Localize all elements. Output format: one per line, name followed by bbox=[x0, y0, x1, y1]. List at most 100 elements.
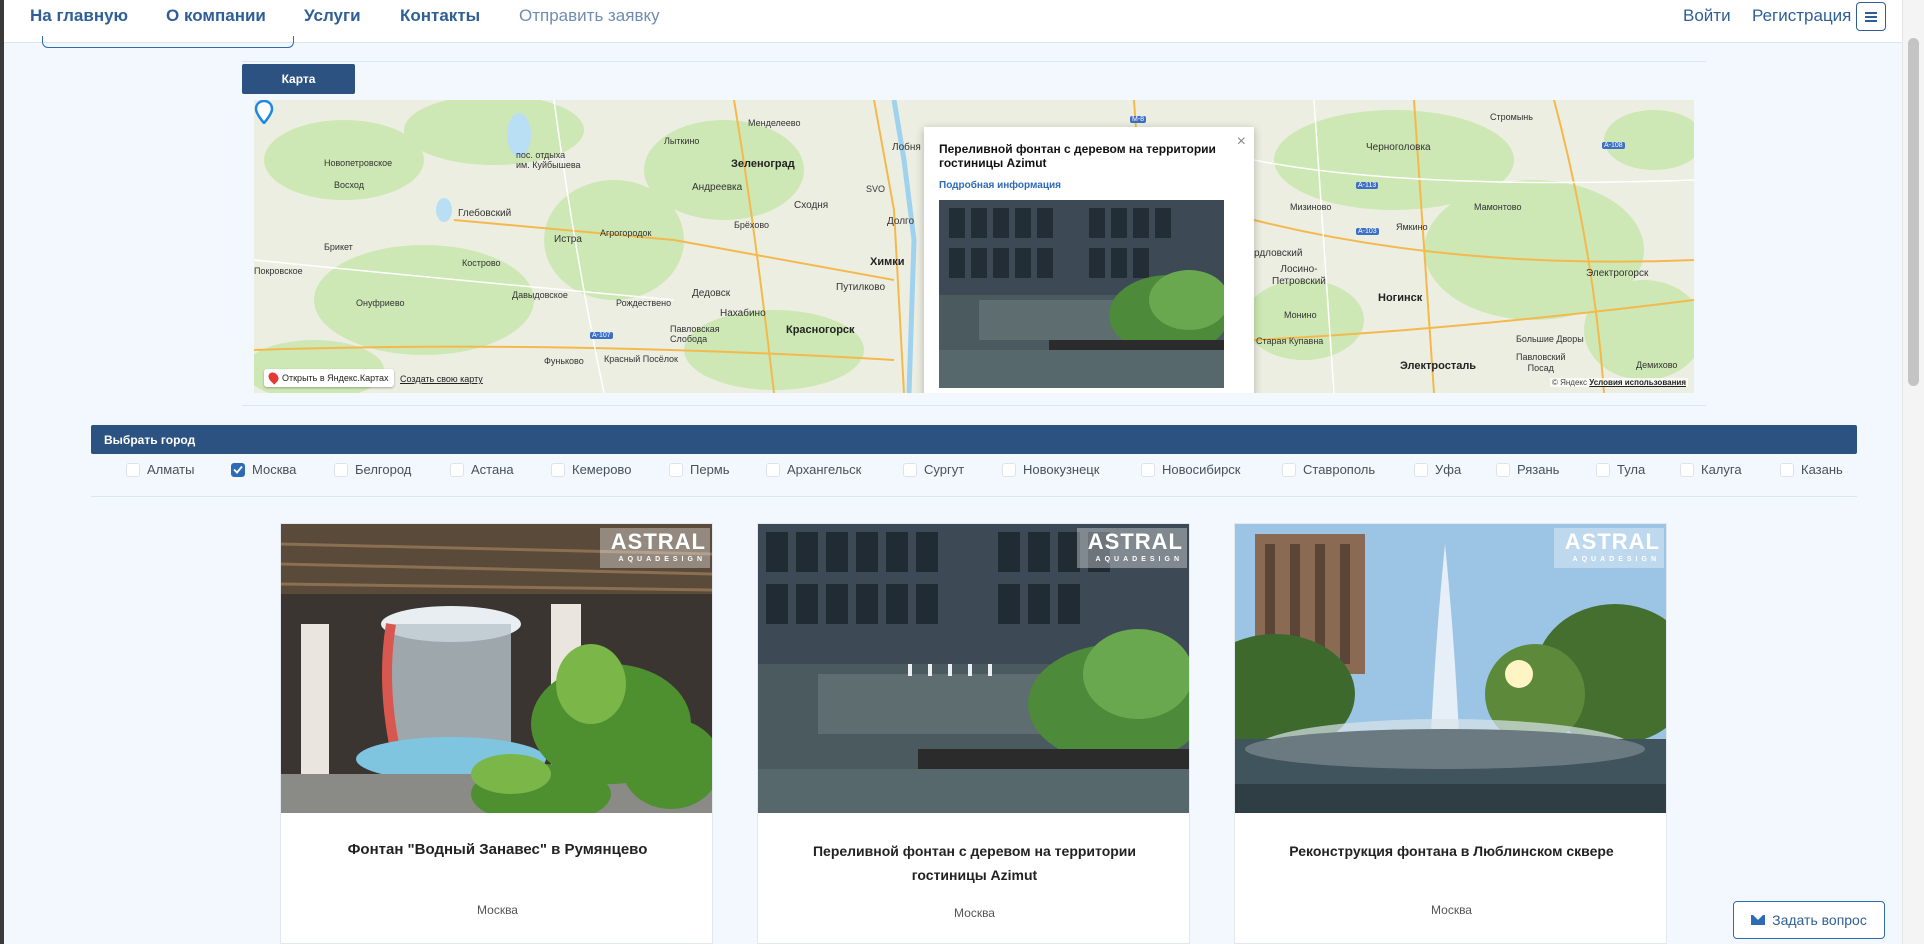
road-badge: A-107 bbox=[590, 332, 613, 339]
checkbox[interactable] bbox=[126, 462, 140, 477]
city-option[interactable]: Уфа bbox=[1414, 462, 1461, 477]
menu-toggle-button[interactable] bbox=[1856, 2, 1886, 31]
checkbox[interactable] bbox=[903, 462, 917, 477]
checkbox[interactable] bbox=[1002, 462, 1016, 477]
city-label: Белгород bbox=[355, 462, 412, 477]
city-option[interactable]: Алматы bbox=[126, 462, 194, 477]
map-label-putilkovo: Путилково bbox=[836, 282, 885, 293]
checkbox[interactable] bbox=[669, 462, 683, 477]
checkbox[interactable] bbox=[1680, 462, 1694, 477]
city-option[interactable]: Рязань bbox=[1496, 462, 1559, 477]
map-popup: × Переливной фонтан с деревом на террито… bbox=[924, 127, 1254, 393]
ask-question-button[interactable]: Задать вопрос bbox=[1733, 901, 1885, 939]
map-label-stromyn: Стромынь bbox=[1490, 112, 1533, 122]
scrollbar-thumb[interactable] bbox=[1908, 38, 1919, 386]
map-label-chernogolovka: Черноголовка bbox=[1366, 142, 1431, 153]
city-option[interactable]: Сургут bbox=[903, 462, 964, 477]
map-pin-icon[interactable] bbox=[254, 100, 274, 124]
city-option[interactable]: Архангельск bbox=[766, 462, 861, 477]
checkbox[interactable] bbox=[766, 462, 780, 477]
map-label-staraya-kupavna: Старая Купавна bbox=[1256, 336, 1324, 346]
tab-map[interactable]: Карта bbox=[242, 64, 355, 94]
popup-details-link[interactable]: Подробная информация bbox=[939, 180, 1061, 191]
road-badge: M-8 bbox=[1130, 116, 1147, 123]
checkbox[interactable] bbox=[1780, 462, 1794, 477]
map-label-rozhdestveno: Рождествено bbox=[616, 298, 672, 308]
map-label-monino: Монино bbox=[1284, 310, 1317, 320]
city-checkbox-list: Алматы Москва Белгород Астана Кемерово П… bbox=[0, 462, 1924, 482]
create-map-link[interactable]: Создать свою карту bbox=[400, 374, 483, 384]
city-label: Новосибирск bbox=[1162, 462, 1241, 477]
checkbox[interactable] bbox=[450, 462, 464, 477]
checkbox[interactable] bbox=[1496, 462, 1510, 477]
city-label: Архангельск bbox=[787, 462, 862, 477]
yandex-map[interactable]: Зеленоград Химки Красногорск Долго Истра… bbox=[254, 100, 1694, 393]
close-icon[interactable]: × bbox=[1237, 133, 1246, 151]
map-label-noginsk: Ногинск bbox=[1378, 292, 1423, 304]
city-label: Рязань bbox=[1517, 462, 1560, 477]
map-label-pavlovskaya: Павловская Слобода bbox=[670, 324, 720, 344]
open-in-yandex-button[interactable]: Открыть в Яндекс.Картах bbox=[264, 369, 395, 387]
city-option[interactable]: Казань bbox=[1780, 462, 1843, 477]
nav-services-link[interactable]: Услуги bbox=[304, 6, 361, 26]
terms-link[interactable]: Условия использования bbox=[1589, 378, 1686, 387]
road-badge: A-108 bbox=[1602, 142, 1625, 149]
map-label-davydovskoe: Давыдовское bbox=[512, 290, 568, 300]
checkbox[interactable] bbox=[1414, 462, 1428, 477]
nav-about-link[interactable]: О компании bbox=[166, 6, 266, 26]
city-option[interactable]: Пермь bbox=[669, 462, 730, 477]
nav-login-link[interactable]: Войти bbox=[1683, 6, 1731, 26]
city-option[interactable]: Кемерово bbox=[551, 462, 631, 477]
city-label: Калуга bbox=[1701, 462, 1742, 477]
map-copyright: © Яндекс Условия использования bbox=[1549, 378, 1688, 387]
city-option[interactable]: Белгород bbox=[334, 462, 411, 477]
city-option[interactable]: Новокузнецк bbox=[1002, 462, 1099, 477]
project-photo: ASTRAL AQUADESIGN bbox=[1235, 524, 1666, 813]
checkbox[interactable] bbox=[1596, 462, 1610, 477]
checkbox[interactable] bbox=[1141, 462, 1155, 477]
checkbox[interactable] bbox=[1282, 462, 1296, 477]
project-card[interactable]: ASTRAL AQUADESIGN Фонтан "Водный Занавес"… bbox=[280, 523, 713, 944]
yandex-pin-icon bbox=[266, 370, 281, 385]
map-label-agrogorodok: Агрогородок bbox=[600, 228, 652, 238]
project-card[interactable]: ASTRAL AQUADESIGN Реконструкция фонтана в… bbox=[1234, 523, 1667, 944]
map-label-zelenograd: Зеленоград bbox=[731, 158, 795, 170]
city-label: Кемерово bbox=[572, 462, 632, 477]
city-option[interactable]: Астана bbox=[450, 462, 514, 477]
map-label-novopetrovskoe: Новопетровское bbox=[324, 158, 393, 168]
nav-request-link[interactable]: Отправить заявку bbox=[519, 6, 660, 26]
nav-contacts-link[interactable]: Контакты bbox=[400, 6, 480, 26]
city-label: Алматы bbox=[147, 462, 195, 477]
nav-home-link[interactable]: На главную bbox=[30, 6, 128, 26]
ask-question-label: Задать вопрос bbox=[1772, 912, 1867, 928]
map-label-dedovsk: Дедовск bbox=[692, 288, 731, 299]
checkbox[interactable] bbox=[551, 462, 565, 477]
map-label-dolgo: Долго bbox=[887, 216, 915, 227]
city-option[interactable]: Новосибирск bbox=[1141, 462, 1241, 477]
project-photo: ASTRAL AQUADESIGN bbox=[281, 524, 712, 813]
city-option[interactable]: Ставрополь bbox=[1282, 462, 1375, 477]
map-label-svo: SVO bbox=[866, 184, 886, 194]
map-label-elektrostal: Электросталь bbox=[1400, 360, 1477, 372]
map-label-mendeleevo: Менделеево bbox=[748, 118, 801, 128]
hamburger-icon bbox=[1865, 11, 1877, 22]
map-label-pavlovsky-posad: Павловский Посад bbox=[1516, 352, 1566, 373]
envelope-icon bbox=[1751, 915, 1766, 925]
nav-register-link[interactable]: Регистрация bbox=[1752, 6, 1851, 26]
map-label-skhodnya: Сходня bbox=[794, 200, 829, 211]
map-label-andreevka: Андреевка bbox=[692, 182, 743, 193]
checkbox-checked[interactable] bbox=[231, 462, 245, 477]
open-in-yandex-label: Открыть в Яндекс.Картах bbox=[282, 373, 389, 383]
city-label: Москва bbox=[252, 462, 297, 477]
divider bbox=[91, 496, 1857, 497]
road-badge: A-113 bbox=[1356, 182, 1379, 189]
checkbox[interactable] bbox=[334, 462, 348, 477]
page-scrollbar[interactable] bbox=[1902, 0, 1924, 944]
search-box-remnant bbox=[42, 36, 294, 48]
city-option[interactable]: Калуга bbox=[1680, 462, 1742, 477]
city-option[interactable]: Москва bbox=[231, 462, 296, 477]
project-card[interactable]: ASTRAL AQUADESIGN Переливной фонтан с дер… bbox=[757, 523, 1190, 944]
map-label-demikhovo: Демихово bbox=[1636, 360, 1678, 370]
copyright-prefix: © Яндекс bbox=[1551, 378, 1588, 387]
city-option[interactable]: Тула bbox=[1596, 462, 1645, 477]
